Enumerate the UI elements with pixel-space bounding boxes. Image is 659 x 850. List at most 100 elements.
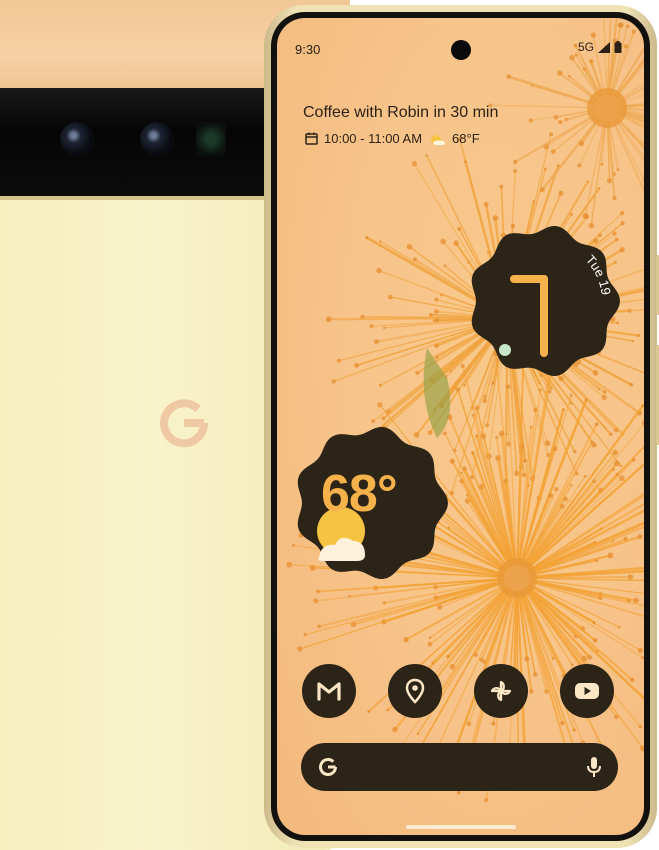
wallpaper-petal-tip [313, 598, 319, 604]
maps-pin-icon [405, 678, 425, 704]
wallpaper-petal-tip [479, 657, 484, 663]
wallpaper-petal-tip [623, 536, 628, 542]
wallpaper-petal-tip [568, 74, 571, 78]
wallpaper-petal-tip [434, 317, 440, 323]
wallpaper-petal-tip [587, 655, 592, 660]
wallpaper-petal-tip [460, 471, 463, 475]
wallpaper-petal-tip [434, 297, 439, 302]
wallpaper-petal-tip [331, 379, 336, 384]
wallpaper-petal-tip [638, 724, 642, 729]
wallpaper-petal-tip [528, 118, 533, 123]
calendar-icon [305, 132, 318, 145]
wallpaper-petal-tip [532, 475, 535, 478]
wallpaper-petal-tip [594, 422, 599, 427]
wallpaper-petal-tip [557, 70, 563, 76]
wallpaper-petal-tip [484, 797, 489, 803]
status-icons: 5G [578, 40, 622, 54]
wallpaper-petal-tip [387, 294, 393, 300]
wallpaper-petal-tip [378, 383, 382, 387]
wallpaper-petal-tip [457, 791, 461, 795]
wallpaper-petal-tip [474, 405, 480, 411]
wallpaper-petal-tip [428, 636, 432, 640]
wallpaper-petal-tip [529, 425, 533, 429]
youtube-icon [575, 683, 599, 699]
phone-front: 9:30 5G Coffee with Robin in 30 min 10:0… [264, 5, 659, 848]
wallpaper-petal-tip [620, 211, 625, 216]
wallpaper-petal-tip [325, 316, 332, 323]
youtube-app-icon[interactable] [560, 664, 614, 718]
wallpaper-petal-tip [549, 132, 553, 137]
wallpaper-petal-tip [641, 420, 644, 426]
google-search-bar[interactable] [301, 743, 618, 791]
wallpaper-petal-tip [558, 190, 564, 196]
wallpaper-petal-tip [639, 745, 644, 752]
wallpaper-petal-tip [586, 180, 590, 183]
wallpaper-petal-tip [550, 386, 553, 390]
wallpaper-petal-tip [382, 601, 386, 605]
wallpaper-petal-tip [631, 339, 635, 343]
clock-widget[interactable]: Tue 19 [465, 222, 623, 380]
wallpaper-petal [507, 75, 595, 106]
wallpaper-petal-tip [411, 161, 418, 167]
wallpaper-petal-tip [316, 589, 320, 594]
wallpaper-petal-tip [317, 624, 321, 629]
wallpaper-flower-core [587, 88, 627, 128]
wallpaper-petal-tip [348, 594, 351, 598]
wallpaper-petal [603, 18, 608, 95]
wallpaper-petal-tip [609, 432, 613, 436]
wallpaper-petal-tip [524, 656, 530, 662]
wallpaper-petal-tip [463, 383, 466, 387]
wallpaper-petal-tip [631, 457, 636, 462]
microphone-icon[interactable] [586, 756, 602, 778]
photos-app-icon[interactable] [474, 664, 528, 718]
wallpaper-petal-tip [550, 149, 556, 155]
gesture-nav-handle[interactable] [405, 825, 516, 829]
camera-lens [196, 122, 226, 156]
wallpaper-flower-core [497, 558, 537, 598]
wallpaper-petal-tip [365, 235, 369, 240]
wallpaper-petal-tip [611, 467, 615, 471]
wallpaper-petal-tip [297, 646, 303, 652]
wallpaper-petal-tip [629, 382, 634, 387]
wallpaper-petal-tip [590, 440, 594, 444]
app-dock [277, 664, 644, 720]
maps-app-icon[interactable] [388, 664, 442, 718]
wallpaper-petal-tip [482, 398, 488, 404]
wallpaper-petal-tip [592, 621, 596, 625]
wallpaper-petal-tip [606, 178, 613, 184]
wallpaper-petal-tip [336, 358, 341, 363]
wallpaper-petal-tip [538, 388, 542, 392]
wallpaper-petal-tip [600, 162, 604, 166]
wallpaper-petal-tip [457, 226, 462, 231]
google-g-icon [319, 758, 337, 776]
wallpaper-petal-tip [618, 625, 621, 629]
wallpaper-petal-tip [354, 362, 359, 368]
camera-lens [140, 122, 174, 156]
wallpaper-petal-tip [491, 381, 495, 385]
battery-icon [614, 41, 622, 53]
wallpaper-petal-tip [392, 726, 398, 733]
wallpaper-petal-tip [523, 459, 527, 463]
wallpaper-petal-tip [473, 652, 478, 657]
wallpaper-petal-tip [572, 728, 576, 732]
wallpaper-petal-tip [480, 433, 487, 439]
wallpaper-petal-tip [569, 393, 573, 397]
wallpaper-petal-tip [623, 44, 629, 49]
wallpaper-petal-tip [612, 449, 619, 456]
wallpaper-petal-tip [592, 479, 596, 484]
wallpaper-petal-tip [633, 597, 639, 604]
wallpaper-petal-tip [376, 267, 382, 274]
clock-dot [499, 344, 511, 356]
wallpaper-petal-tip [558, 120, 563, 125]
wallpaper-petal-tip [455, 387, 461, 392]
wallpaper-petal-tip [625, 24, 630, 29]
at-a-glance-details[interactable]: 10:00 - 11:00 AM 68°F [305, 131, 480, 146]
at-a-glance-event[interactable]: Coffee with Robin in 30 min [303, 104, 498, 122]
gmail-app-icon[interactable] [302, 664, 356, 718]
weather-temperature: 68° [321, 465, 398, 523]
wallpaper-petal-tip [425, 154, 428, 157]
wallpaper-petal-tip [513, 169, 518, 174]
wallpaper-petal [613, 47, 644, 98]
wallpaper-petal-tip [377, 402, 383, 408]
wallpaper-petal-tip [499, 184, 504, 189]
